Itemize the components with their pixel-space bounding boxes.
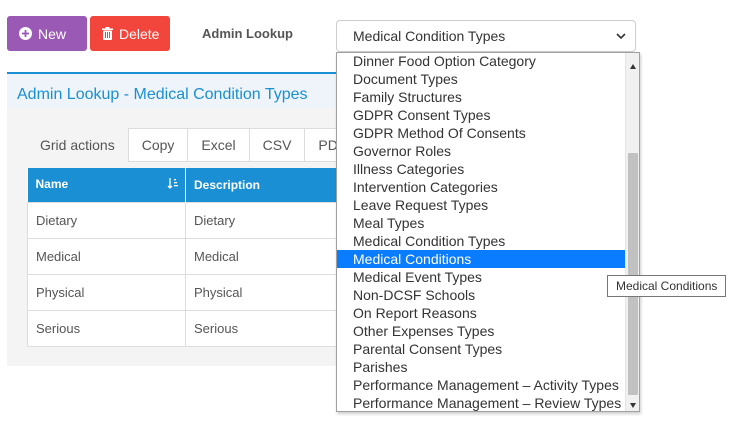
new-button-label: New	[38, 25, 67, 42]
lookup-select[interactable]: Medical Condition Types	[336, 20, 636, 52]
chevron-down-icon	[615, 29, 627, 41]
grid-action-tabs: Grid actions Copy Excel CSV PDF	[27, 128, 361, 162]
dropdown-option[interactable]: GDPR Method Of Consents	[337, 124, 625, 142]
dropdown-option[interactable]: Parental Consent Types	[337, 340, 625, 358]
dropdown-option[interactable]: Non-DCSF Schools	[337, 286, 625, 304]
scrollbar-thumb[interactable]	[628, 153, 638, 395]
dropdown-option[interactable]: Meal Types	[337, 214, 625, 232]
cell-description: Medical	[185, 237, 337, 275]
dropdown-option[interactable]: Performance Management – Activity Types	[337, 376, 625, 394]
delete-button[interactable]: Delete	[90, 16, 170, 51]
cell-name: Physical	[27, 273, 186, 311]
dropdown-option[interactable]: Governor Roles	[337, 142, 625, 160]
dropdown-option-highlighted[interactable]: Medical Conditions	[337, 250, 625, 268]
table-row[interactable]: Physical Physical	[27, 273, 337, 311]
sort-icon[interactable]	[167, 177, 179, 192]
cell-name: Dietary	[27, 201, 186, 239]
dropdown-option[interactable]: Other Expenses Types	[337, 322, 625, 340]
cell-name: Medical	[27, 237, 186, 275]
option-tooltip: Medical Conditions	[607, 275, 727, 297]
dropdown-option[interactable]: GDPR Consent Types	[337, 106, 625, 124]
cell-description: Serious	[185, 309, 337, 347]
tab-copy[interactable]: Copy	[127, 128, 189, 162]
scroll-up-icon[interactable]	[629, 59, 637, 69]
plus-circle-icon	[19, 27, 32, 40]
lookup-select-value: Medical Condition Types	[353, 28, 506, 44]
trash-icon	[102, 27, 113, 40]
grid-header-row: Name Description	[27, 168, 337, 202]
dropdown-option[interactable]: On Report Reasons	[337, 304, 625, 322]
column-header-name-label: Name	[35, 177, 69, 192]
column-header-description[interactable]: Description	[185, 168, 337, 202]
panel-title: Admin Lookup - Medical Condition Types	[7, 74, 337, 108]
dropdown-option[interactable]: Medical Condition Types	[337, 232, 625, 250]
tab-grid-actions[interactable]: Grid actions	[27, 128, 128, 162]
dropdown-option[interactable]: Dinner Food Option Category	[337, 53, 625, 70]
new-button[interactable]: New	[7, 16, 87, 51]
dropdown-option[interactable]: Document Types	[337, 70, 625, 88]
table-row[interactable]: Dietary Dietary	[27, 201, 337, 239]
cell-name: Serious	[27, 309, 186, 347]
dropdown-option[interactable]: Illness Categories	[337, 160, 625, 178]
cell-description: Physical	[185, 273, 337, 311]
lookup-grid: Name Description Dietary Dietary Medical M…	[27, 168, 337, 347]
column-header-name[interactable]: Name	[27, 168, 186, 202]
dropdown-option[interactable]: Leave Request Types	[337, 196, 625, 214]
tab-csv[interactable]: CSV	[249, 128, 306, 162]
scroll-down-icon[interactable]	[629, 397, 637, 408]
cell-description: Dietary	[185, 201, 337, 239]
admin-lookup-label: Admin Lookup	[202, 26, 293, 41]
table-row[interactable]: Serious Serious	[27, 309, 337, 347]
dropdown-option[interactable]: Performance Management – Review Types	[337, 394, 625, 411]
table-row[interactable]: Medical Medical	[27, 237, 337, 275]
lookup-dropdown-list: Dinner Food Option Category Document Typ…	[336, 52, 640, 412]
delete-button-label: Delete	[119, 25, 160, 42]
tab-excel[interactable]: Excel	[188, 128, 250, 162]
dropdown-option[interactable]: Parishes	[337, 358, 625, 376]
dropdown-option[interactable]: Medical Event Types	[337, 268, 625, 286]
dropdown-option[interactable]: Intervention Categories	[337, 178, 625, 196]
dropdown-scrollbar[interactable]	[625, 53, 639, 411]
dropdown-option[interactable]: Family Structures	[337, 88, 625, 106]
